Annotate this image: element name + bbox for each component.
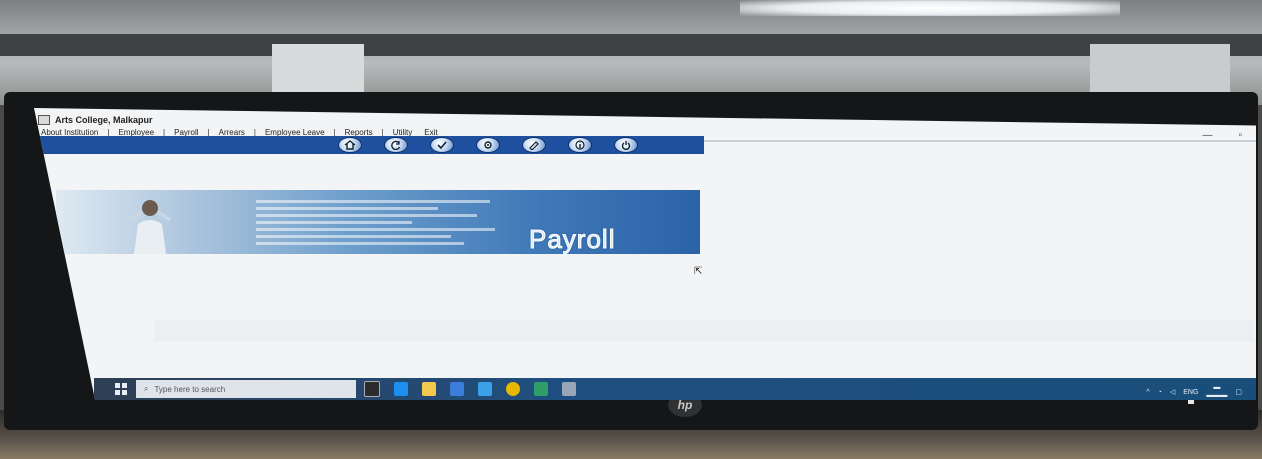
mouse-cursor-icon: ⇱	[694, 266, 703, 277]
status-strip	[154, 320, 1254, 342]
store-icon[interactable]	[478, 382, 492, 396]
taskbar: ⌕ Type here to search ^ ◔ ◁ ENG ▬ ▬▬▬ ▢	[94, 378, 1256, 400]
notification-icon[interactable]: ▢	[1235, 388, 1242, 396]
check-icon[interactable]	[430, 137, 454, 153]
windows-start-icon[interactable]	[114, 382, 128, 396]
gear-icon[interactable]	[476, 137, 500, 153]
app-window-icon	[38, 115, 50, 125]
payroll-app-icon[interactable]	[562, 382, 576, 396]
file-explorer-icon[interactable]	[422, 382, 436, 396]
search-placeholder: Type here to search	[154, 384, 226, 394]
refresh-icon[interactable]	[384, 137, 408, 153]
banner-title: Payroll	[528, 224, 616, 255]
clock-time-graphic: ▬	[1213, 384, 1221, 391]
toolbar	[34, 136, 704, 154]
task-view-icon[interactable]	[364, 381, 380, 397]
power-led	[1188, 400, 1194, 404]
toolbar-divider	[704, 140, 1256, 142]
clock[interactable]: ▬ ▬▬▬	[1206, 384, 1227, 400]
chrome-icon[interactable]	[506, 382, 520, 396]
app-icon[interactable]	[534, 382, 548, 396]
home-icon[interactable]	[338, 137, 362, 153]
payroll-banner: Payroll	[56, 190, 700, 254]
edit-icon[interactable]	[522, 137, 546, 153]
taskbar-apps	[364, 381, 576, 397]
screen: Arts College, Malkapur — ▫ About Institu…	[34, 108, 1256, 400]
title-bar: Arts College, Malkapur	[38, 114, 153, 126]
network-icon[interactable]: ◔	[1158, 389, 1162, 396]
mail-icon[interactable]	[450, 382, 464, 396]
taskbar-search[interactable]: ⌕ Type here to search	[136, 380, 356, 398]
chevron-up-icon[interactable]: ^	[1146, 389, 1149, 396]
banner-form-graphic	[256, 196, 516, 250]
shelf	[0, 34, 1262, 56]
ceiling-light	[740, 0, 1120, 16]
volume-icon[interactable]: ◁	[1170, 388, 1175, 396]
person-illustration	[128, 200, 172, 254]
system-tray: ^ ◔ ◁ ENG ▬ ▬▬▬ ▢	[1146, 384, 1242, 400]
window-title: Arts College, Malkapur	[55, 115, 153, 125]
search-icon: ⌕	[144, 384, 149, 393]
edge-icon[interactable]	[394, 382, 408, 396]
info-icon[interactable]	[568, 137, 592, 153]
clock-date-graphic: ▬▬▬	[1206, 392, 1228, 399]
power-icon[interactable]	[614, 137, 638, 153]
language-indicator[interactable]: ENG	[1183, 389, 1198, 396]
